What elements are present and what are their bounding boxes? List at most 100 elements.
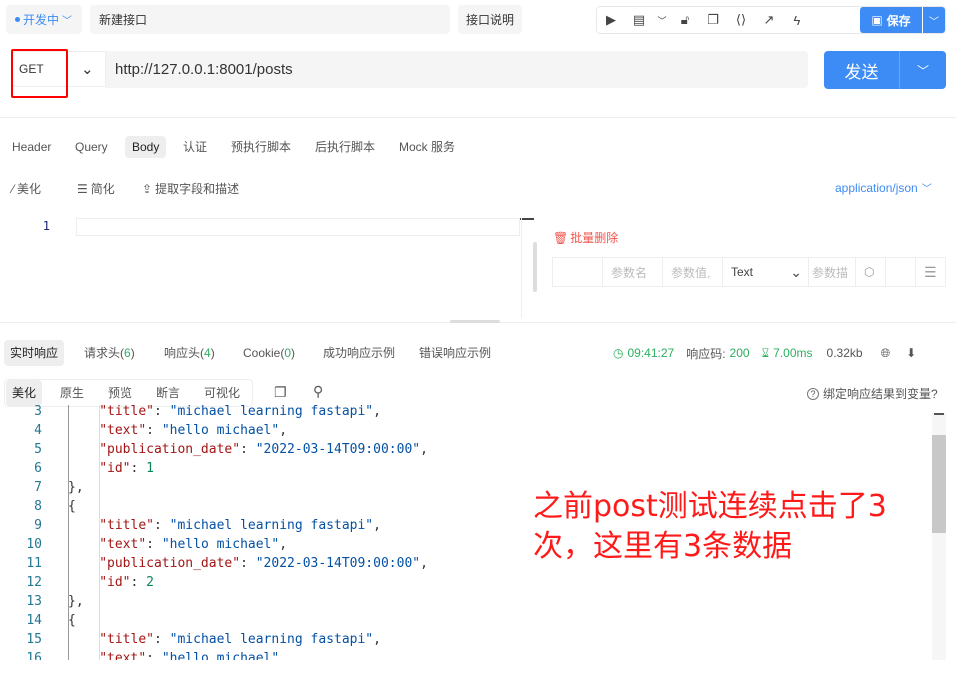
trash-icon: 🗑︎ (553, 230, 569, 245)
tab-4[interactable]: 预执行脚本 (224, 136, 298, 158)
response-tab-label: 错误响应示例 (419, 346, 492, 360)
colon: : (130, 461, 147, 476)
code-icon[interactable]: ⟨⟩ (730, 9, 752, 31)
response-tab-1[interactable]: 请求头(6) (78, 340, 141, 366)
bind-variable-link[interactable]: ? 绑定响应结果到变量? (807, 385, 938, 402)
highlight-box (11, 49, 68, 98)
quote: " (99, 575, 108, 590)
colon: : (146, 423, 162, 438)
save-button[interactable]: ▣ 保存 (860, 7, 922, 33)
code-scrollbar-thumb[interactable] (932, 435, 946, 533)
flash-icon[interactable]: ϟ (786, 9, 808, 31)
tab-3[interactable]: 认证 (176, 136, 214, 158)
quote: " (146, 518, 154, 533)
download-icon[interactable]: ⬇ (906, 346, 916, 360)
quote: " (138, 651, 147, 660)
row-checkbox-cell[interactable] (553, 258, 603, 286)
colon: : (146, 537, 162, 552)
line-number: 16 (26, 651, 42, 660)
response-tab-0[interactable]: 实时响应 (4, 340, 65, 366)
line-number: 4 (34, 423, 42, 438)
env-label: 开发中 (23, 13, 60, 27)
copy-icon[interactable]: ❐ (702, 9, 724, 31)
param-name-input[interactable]: 参数名 (603, 258, 663, 286)
view-tab-3[interactable]: 断言 (150, 380, 186, 406)
menu-icon[interactable]: ☰ (916, 258, 944, 286)
simplify-button[interactable]: ☰ 简化 (77, 180, 115, 197)
response-tab-3[interactable]: Cookie(0) (237, 340, 301, 366)
response-tab-5[interactable]: 错误响应示例 (413, 340, 497, 366)
editor-border (521, 218, 522, 318)
response-tab-2[interactable]: 响应头(4) (158, 340, 221, 366)
param-desc-input[interactable]: 参数描 (809, 258, 856, 286)
content-type-select[interactable]: application/json ﹀ (835, 180, 932, 196)
line-content: "id": 2 (99, 573, 154, 592)
code-line: 3 "title": "michael learning fastapi", (0, 405, 930, 421)
punctuation: }, (68, 480, 84, 495)
tab-5[interactable]: 后执行脚本 (308, 136, 382, 158)
run-icon[interactable]: ▶ (600, 9, 622, 31)
batch-delete-button[interactable]: 🗑︎ 批量删除 (553, 229, 618, 246)
line-content: "text": "hello michael", (99, 535, 287, 554)
response-tab-4[interactable]: 成功响应示例 (317, 340, 401, 366)
api-name-input[interactable]: 新建接口 (90, 5, 450, 34)
batch-delete-label: 批量删除 (570, 231, 619, 245)
quote: " (99, 405, 108, 419)
colon: : (130, 575, 147, 590)
punctuation: { (68, 499, 76, 514)
json-key: title (107, 518, 147, 533)
response-duration: 7.00ms (773, 346, 813, 360)
extract-fields-button[interactable]: ⇪ 提取字段和描述 (142, 180, 239, 197)
line-content: { (68, 611, 76, 630)
param-type-select[interactable]: Text ⌄ (723, 258, 809, 286)
empty-cell (886, 258, 916, 286)
line-content: "title": "michael learning fastapi", (99, 405, 381, 421)
tab-1[interactable]: Query (68, 136, 115, 158)
search-icon[interactable]: ⚲ (313, 383, 323, 400)
clock-icon: ◷ (613, 346, 624, 360)
globe-icon[interactable]: 🌐︎ (881, 346, 891, 361)
tab-6[interactable]: Mock 服务 (392, 136, 462, 158)
editor-scrollbar[interactable] (533, 242, 537, 292)
line-number: 6 (34, 461, 42, 476)
json-value: "2022-03-14T09:00:00" (255, 556, 421, 571)
chevron-down-icon[interactable]: ﹀ (656, 9, 668, 31)
doc-icon[interactable]: ▤ (628, 9, 650, 31)
annotation-line-1: 之前post测试连续点击了3 (533, 489, 887, 524)
quote: " (99, 423, 108, 438)
extract-label: 提取字段和描述 (155, 182, 240, 196)
param-value-input[interactable]: 参数值, (663, 258, 723, 286)
body-editor-input[interactable] (76, 218, 520, 236)
tab-2[interactable]: Body (125, 136, 167, 158)
json-value: "michael learning fastapi" (169, 632, 374, 647)
tail: , (420, 442, 428, 457)
url-input[interactable]: http://127.0.0.1:8001/posts (106, 51, 808, 88)
resize-handle[interactable] (450, 320, 500, 323)
env-selector[interactable]: 开发中 ﹀ (6, 5, 82, 34)
share-icon[interactable]: ↗ (758, 9, 780, 31)
line-number: 5 (34, 442, 42, 457)
json-key: publication_date (107, 442, 233, 457)
line-number: 15 (26, 632, 42, 647)
unlock-icon[interactable]: 🔓︎ (674, 9, 696, 31)
code-line: 4 "text": "hello michael", (0, 421, 930, 440)
tab-0[interactable]: Header (5, 136, 58, 158)
view-tab-1[interactable]: 原生 (54, 380, 90, 406)
api-doc-button[interactable]: 接口说明 (458, 5, 522, 34)
beautify-button[interactable]: ⁄ 美化 (12, 180, 41, 197)
line-content: "title": "michael learning fastapi", (99, 516, 381, 535)
view-tab-0[interactable]: 美化 (6, 380, 43, 406)
view-tab-2[interactable]: 预览 (102, 380, 138, 406)
send-dropdown-button[interactable]: ﹀ (899, 51, 946, 89)
save-dropdown-button[interactable]: ﹀ (923, 7, 945, 33)
line-number: 1 (42, 219, 50, 233)
response-status: ◷ 09:41:27 响应码: 200 ⌛︎ 7.00ms 0.32kb 🌐︎ … (613, 343, 916, 363)
view-tab-4[interactable]: 可视化 (198, 380, 246, 406)
quote: " (99, 461, 108, 476)
send-button[interactable]: 发送 (824, 51, 899, 89)
copy-icon[interactable]: ❐ (274, 384, 287, 401)
response-size: 0.32kb (826, 346, 863, 360)
code-line: 13}, (0, 592, 930, 611)
response-tab-label: 请求头( (84, 346, 124, 360)
cube-icon[interactable]: ⬡ (856, 258, 886, 286)
